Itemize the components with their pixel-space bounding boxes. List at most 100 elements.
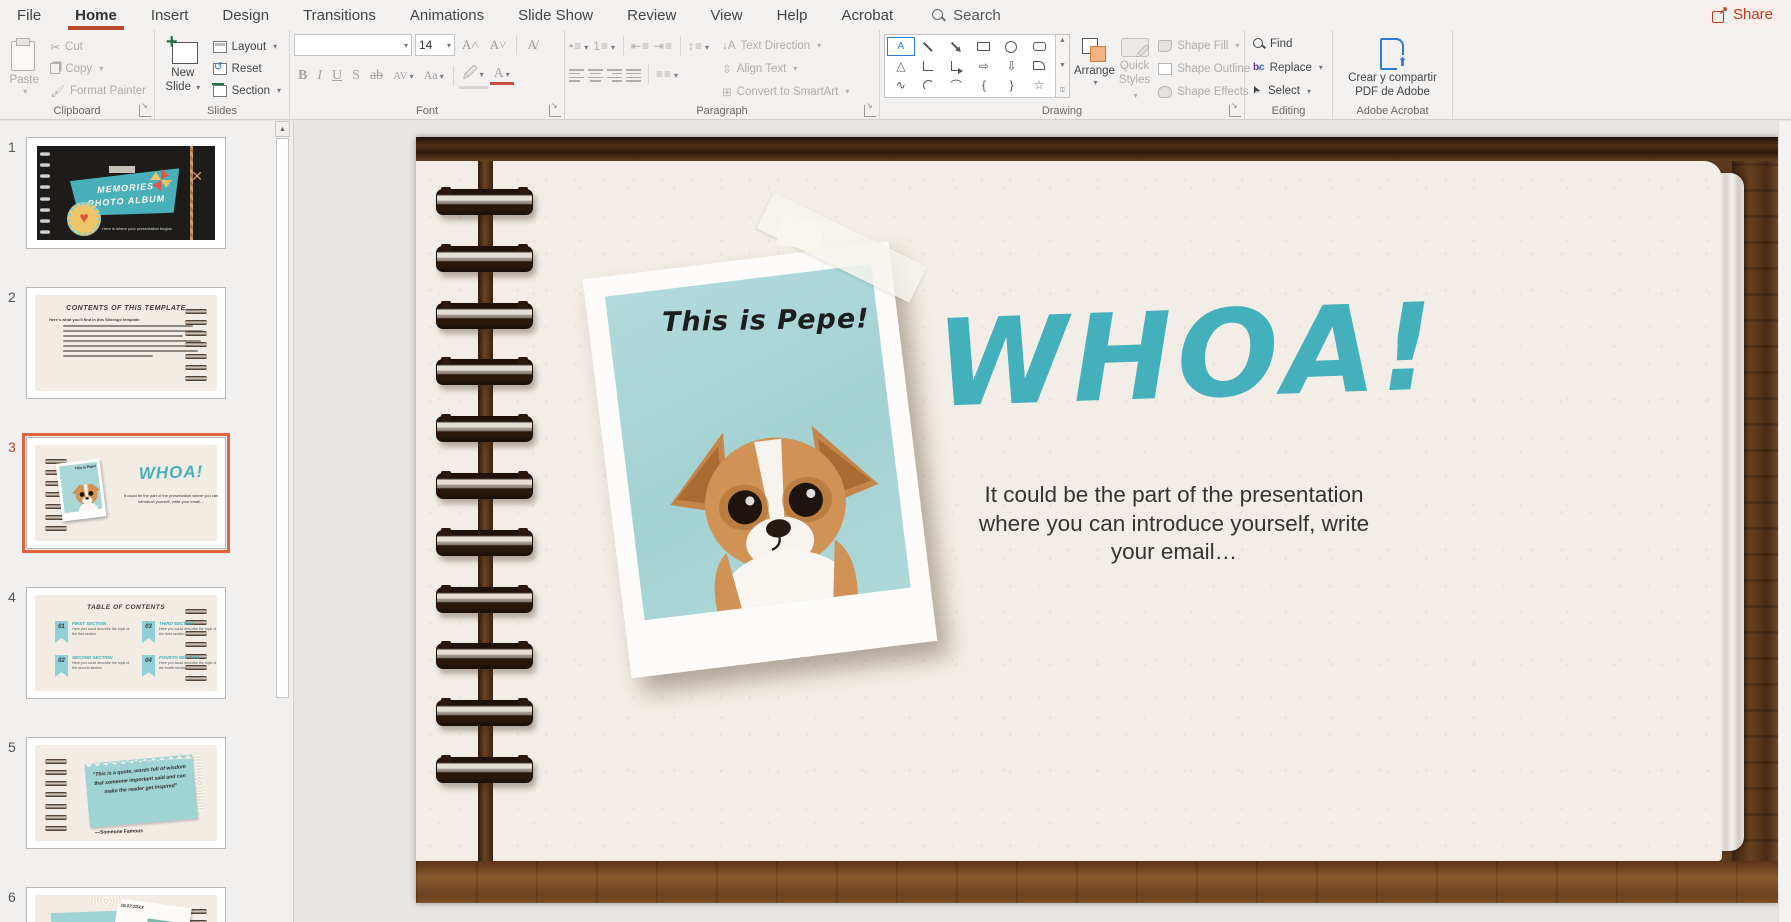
- paste-button[interactable]: Paste ▾: [4, 34, 44, 102]
- clear-formatting-button[interactable]: A̸: [523, 36, 540, 54]
- character-spacing-button[interactable]: AV▾: [389, 70, 418, 82]
- italic-button[interactable]: I: [313, 68, 326, 84]
- tab-acrobat[interactable]: Acrobat: [824, 0, 910, 30]
- arrange-button[interactable]: Arrange ▾: [1074, 34, 1115, 102]
- shape-elbow-arrow-connector[interactable]: [942, 56, 970, 75]
- select-button[interactable]: Select▾: [1249, 81, 1328, 101]
- increase-indent-button[interactable]: ⇥≡: [654, 39, 673, 53]
- tab-animations[interactable]: Animations: [393, 0, 501, 30]
- thumbnails-scrollbar[interactable]: ▲: [275, 121, 290, 922]
- line-spacing-button[interactable]: ↕≡▾: [688, 39, 710, 53]
- text-direction-button[interactable]: ↓A Text Direction▾: [718, 36, 853, 55]
- current-slide[interactable]: This is Pepe!: [416, 137, 1778, 903]
- underline-button[interactable]: U: [328, 68, 346, 84]
- grow-font-button[interactable]: A˄: [458, 36, 483, 54]
- shape-triangle[interactable]: △: [887, 56, 915, 75]
- slide-body-text[interactable]: It could be the part of the presentation…: [964, 481, 1384, 567]
- font-color-button[interactable]: A▾: [490, 66, 514, 85]
- quick-styles-button[interactable]: Quick Styles ▾: [1119, 34, 1150, 102]
- create-pdf-button[interactable]: Crear y compartir PDF de Adobe: [1338, 34, 1448, 102]
- shape-left-brace[interactable]: {: [970, 76, 998, 95]
- align-center-button[interactable]: [588, 68, 603, 80]
- shape-line[interactable]: [915, 37, 943, 56]
- font-dialog-launcher[interactable]: [549, 105, 561, 117]
- bold-button[interactable]: B: [294, 68, 311, 84]
- copy-button[interactable]: Copy ▾: [46, 58, 150, 79]
- share-button[interactable]: Share: [1702, 3, 1783, 26]
- section-icon: [213, 85, 227, 97]
- shape-elbow-connector[interactable]: [915, 56, 943, 75]
- shape-scribble[interactable]: ∿: [887, 76, 915, 95]
- tab-review[interactable]: Review: [610, 0, 693, 30]
- shape-arrow-right[interactable]: ⇨: [970, 56, 998, 75]
- shape-oval[interactable]: [998, 37, 1026, 56]
- slide-title-text[interactable]: WHOA!: [934, 278, 1439, 434]
- slide-4-thumbnail[interactable]: TABLE OF CONTENTS 01 FIRST SECTIONHere y…: [26, 587, 226, 699]
- shape-right-brace[interactable]: }: [998, 76, 1026, 95]
- shapes-scroll-up-icon[interactable]: ▲: [1059, 37, 1066, 44]
- shape-rounded-rectangle[interactable]: [1025, 37, 1053, 56]
- tab-slide-show[interactable]: Slide Show: [501, 0, 610, 30]
- slide-6-thumbnail[interactable]: 16.07.20XX: [26, 887, 226, 922]
- new-slide-button[interactable]: New Slide ▾: [159, 34, 207, 102]
- shape-curve[interactable]: ⌒: [942, 76, 970, 95]
- font-size-combo[interactable]: 14 ▾: [415, 34, 455, 56]
- find-button[interactable]: Find: [1249, 34, 1328, 54]
- layout-button[interactable]: Layout ▾: [209, 36, 285, 57]
- slide-5-thumbnail[interactable]: "This is a quote, words full of wisdom t…: [26, 737, 226, 849]
- shape-star[interactable]: ☆: [1025, 76, 1053, 95]
- slide-1-thumbnail[interactable]: ✕ MEMORIES PHOTO ALBUM ♥ Here is where y…: [26, 137, 226, 249]
- format-painter-button[interactable]: 🖌 Format Painter: [46, 80, 150, 101]
- photo-caption[interactable]: This is Pepe!: [661, 304, 869, 339]
- numbering-button[interactable]: 1≡▾: [593, 39, 616, 53]
- highlight-color-button[interactable]: 🖉▾: [459, 62, 488, 89]
- decrease-indent-button[interactable]: ⇤≡: [631, 39, 650, 53]
- search-box[interactable]: Search: [932, 7, 1001, 24]
- convert-smartart-button[interactable]: ⊞ Convert to SmartArt▾: [718, 82, 853, 101]
- tab-home[interactable]: Home: [58, 0, 134, 30]
- replace-button[interactable]: bc Replace▾: [1249, 58, 1328, 78]
- reset-button[interactable]: Reset: [209, 58, 285, 79]
- change-case-button[interactable]: Aa▾: [420, 68, 448, 83]
- section-button[interactable]: Section ▾: [209, 80, 285, 101]
- align-left-button[interactable]: [569, 68, 584, 80]
- shapes-gallery-scrollbar[interactable]: ▲ ▼ ⍗: [1056, 34, 1070, 98]
- replace-icon: bc: [1253, 62, 1265, 73]
- align-text-button[interactable]: ⇳ Align Text▾: [718, 59, 853, 78]
- align-right-button[interactable]: [607, 68, 622, 80]
- paragraph-dialog-launcher[interactable]: [864, 105, 876, 117]
- shape-textbox[interactable]: A: [887, 37, 915, 56]
- shape-arrow-line[interactable]: [942, 37, 970, 56]
- scroll-up-icon[interactable]: ▲: [275, 121, 290, 137]
- clipboard-dialog-launcher[interactable]: [139, 105, 151, 117]
- shape-arrow-down[interactable]: ⇩: [998, 56, 1026, 75]
- tab-transitions[interactable]: Transitions: [286, 0, 393, 30]
- bullets-button[interactable]: •≡▾: [569, 39, 589, 53]
- shapes-more-icon[interactable]: ⍗: [1060, 87, 1064, 95]
- columns-button[interactable]: ≡≡▾: [656, 67, 679, 81]
- tab-file[interactable]: File: [0, 0, 58, 30]
- shape-flowchart[interactable]: [1025, 56, 1053, 75]
- slide-4-number: 4: [8, 589, 16, 605]
- shapes-gallery[interactable]: A △ ⇨ ⇩ ∿ ⌒ { } ☆: [884, 34, 1056, 98]
- shape-rectangle[interactable]: [970, 37, 998, 56]
- polaroid-photo[interactable]: This is Pepe!: [583, 242, 938, 679]
- font-name-combo[interactable]: ▾: [294, 34, 412, 56]
- shrink-font-button[interactable]: A˅: [486, 36, 511, 54]
- drawing-dialog-launcher[interactable]: [1229, 105, 1241, 117]
- cut-button[interactable]: ✂ Cut: [46, 36, 150, 57]
- shape-arc[interactable]: [915, 76, 943, 95]
- slide-3-thumbnail[interactable]: This is Pepe! WHOA! It c: [26, 437, 226, 549]
- tab-design[interactable]: Design: [205, 0, 286, 30]
- strikethrough-button[interactable]: ab: [366, 68, 387, 84]
- text-shadow-button[interactable]: S: [348, 68, 364, 84]
- scrollbar-thumb[interactable]: [276, 138, 289, 698]
- tab-view[interactable]: View: [693, 0, 759, 30]
- tab-help[interactable]: Help: [760, 0, 825, 30]
- canvas-scrollbar[interactable]: [1778, 121, 1791, 922]
- slide-2-thumbnail[interactable]: CONTENTS OF THIS TEMPLATE Here's what yo…: [26, 287, 226, 399]
- justify-button[interactable]: [626, 68, 641, 80]
- tab-insert[interactable]: Insert: [134, 0, 206, 30]
- shapes-scroll-down-icon[interactable]: ▼: [1059, 62, 1066, 69]
- powerpoint-window: File Home Insert Design Transitions Anim…: [0, 0, 1791, 922]
